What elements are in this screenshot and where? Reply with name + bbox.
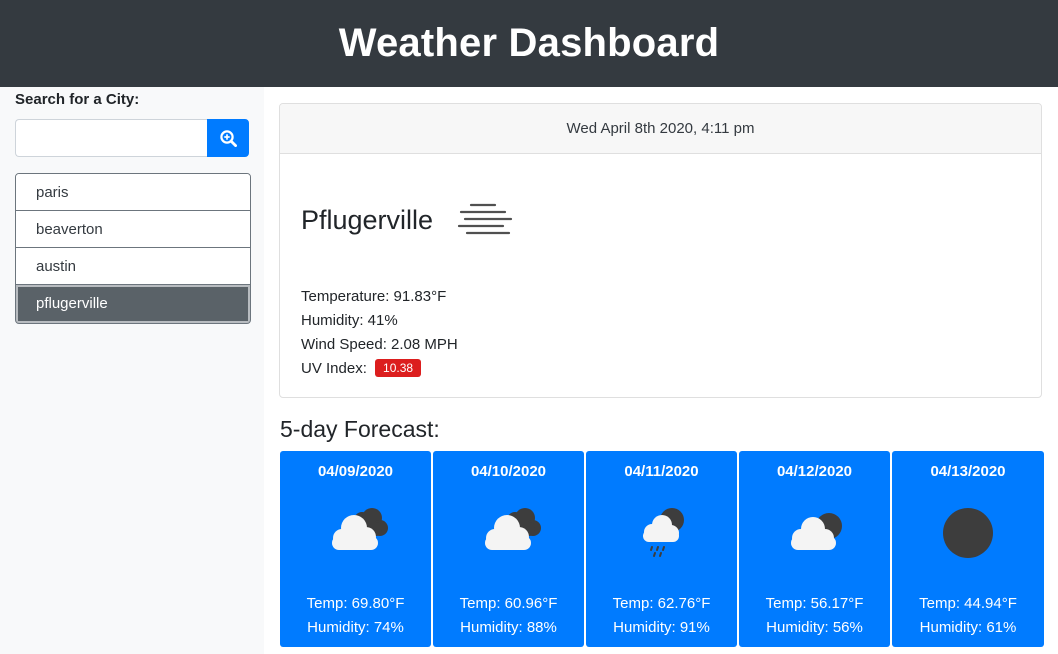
city-history-item-active[interactable]: pflugerville xyxy=(16,285,250,323)
forecast-temp: Temp: 60.96°F xyxy=(459,595,558,612)
search-plus-icon xyxy=(219,129,237,147)
search-history-list: paris beaverton austin pflugerville xyxy=(15,173,251,324)
forecast-date: 04/13/2020 xyxy=(930,463,1006,480)
forecast-date: 04/09/2020 xyxy=(317,463,394,480)
forecast-date: 04/11/2020 xyxy=(624,463,699,480)
current-uv-row: UV Index: 10.38 xyxy=(301,357,458,381)
forecast-temp: Temp: 56.17°F xyxy=(765,595,864,612)
app-header: Weather Dashboard xyxy=(0,0,1058,87)
current-temperature: Temperature: 91.83°F xyxy=(301,288,447,305)
forecast-date: 04/12/2020 xyxy=(776,463,853,480)
city-history-item[interactable]: austin xyxy=(16,248,250,285)
current-humidity: Humidity: 41% xyxy=(301,312,398,329)
uv-badge: 10.38 xyxy=(375,359,422,377)
page-title: Weather Dashboard xyxy=(338,21,720,65)
city-history-item[interactable]: paris xyxy=(16,174,250,211)
forecast-temp: Temp: 62.76°F xyxy=(612,595,711,612)
current-stats: Temperature: 91.83°F Humidity: 41% Wind … xyxy=(301,285,458,381)
forecast-card: 04/10/2020 Temp: 60.96°F Humidity: 88% xyxy=(433,451,584,647)
search-label: Search for a City: xyxy=(15,91,140,108)
city-history-item[interactable]: beaverton xyxy=(16,211,250,248)
sidebar: Search for a City: paris beaverton austi… xyxy=(0,87,264,654)
current-datetime: Wed April 8th 2020, 4:11 pm xyxy=(280,104,1041,154)
broken-clouds-icon xyxy=(331,508,388,550)
forecast-humidity: Humidity: 61% xyxy=(919,619,1017,636)
forecast-temp: Temp: 69.80°F xyxy=(306,595,405,612)
forecast-card: 04/13/2020 Temp: 44.94°F Humidity: 61% xyxy=(892,451,1044,647)
forecast-temp: Temp: 44.94°F xyxy=(919,595,1017,612)
city-title-row: Pflugerville xyxy=(301,200,513,240)
forecast-date: 04/10/2020 xyxy=(470,463,547,480)
forecast-card: 04/09/2020 Temp: 69.80°F Humidity: 74% xyxy=(280,451,431,647)
forecast-humidity: Humidity: 88% xyxy=(460,619,557,636)
forecast-card: 04/12/2020 Temp: 56.17°F Humidity: 56% xyxy=(739,451,890,647)
current-wind-speed: Wind Speed: 2.08 MPH xyxy=(301,336,458,353)
uv-label: UV Index: xyxy=(301,360,367,377)
forecast-row: 04/09/2020 Temp: 69.80°F Humidity: 74% 0… xyxy=(280,451,1044,647)
search-row xyxy=(15,119,249,157)
clear-icon xyxy=(943,508,993,558)
current-weather-card: Wed April 8th 2020, 4:11 pm Pflugerville… xyxy=(279,103,1042,398)
partly-cloudy-icon xyxy=(790,513,842,550)
forecast-title: 5-day Forecast: xyxy=(280,416,440,442)
city-search-input[interactable] xyxy=(15,119,207,157)
forecast-humidity: Humidity: 56% xyxy=(766,619,863,636)
forecast-card: 04/11/2020 Temp: 62.76°F Humidity: 91% xyxy=(586,451,737,647)
current-city-name: Pflugerville xyxy=(301,204,434,235)
search-button[interactable] xyxy=(207,119,249,157)
forecast-humidity: Humidity: 91% xyxy=(613,619,710,636)
broken-clouds-icon xyxy=(484,508,541,550)
rain-icon xyxy=(642,508,684,557)
forecast-humidity: Humidity: 74% xyxy=(307,619,404,636)
mist-icon xyxy=(457,203,513,235)
